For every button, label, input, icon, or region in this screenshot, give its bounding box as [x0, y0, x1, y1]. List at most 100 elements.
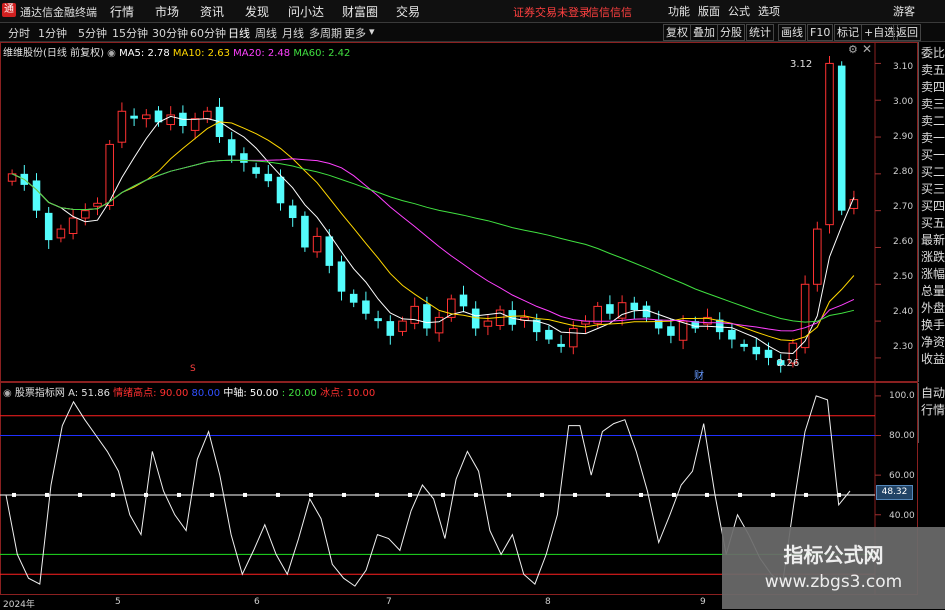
candle-body — [264, 173, 273, 182]
price-tick: 2.40 — [893, 307, 914, 317]
price-tick: 2.90 — [893, 132, 914, 142]
candle-body — [325, 236, 334, 266]
candle-body — [398, 320, 407, 332]
side-change-pct[interactable]: 涨幅 — [920, 267, 945, 282]
candle-body — [337, 261, 346, 292]
candle-body — [276, 176, 285, 204]
date-label: 7 — [386, 597, 392, 607]
candle-body — [386, 321, 395, 336]
side-sell1[interactable]: 卖一 — [920, 131, 945, 146]
side-outer[interactable]: 外盘 — [920, 301, 945, 316]
mid-axis-dot — [342, 492, 346, 497]
indicator-readout: 48.32 — [876, 485, 913, 500]
price-tick: 2.80 — [893, 167, 914, 177]
candle-body — [362, 300, 370, 314]
candle-body — [227, 139, 236, 156]
side-sell5[interactable]: 卖五 — [920, 63, 945, 78]
mid-axis-dot — [111, 492, 115, 497]
candle-body — [44, 212, 53, 241]
date-label: 2024年 — [3, 600, 35, 610]
watermark-url: www.zbgs3.com — [764, 572, 903, 592]
indicator-blue-level: 80.00 — [191, 388, 221, 399]
side-sell4[interactable]: 卖四 — [920, 80, 945, 95]
mid-axis-dot — [507, 492, 511, 497]
candle-body — [545, 329, 553, 340]
indicator-ice-level: 冰点: 10.00 — [320, 388, 376, 399]
chart-canvas — [0, 42, 918, 595]
date-label: 5 — [115, 597, 121, 607]
side-quote[interactable]: 行情 — [920, 403, 945, 418]
candle-body — [288, 205, 297, 219]
candle-body — [557, 343, 565, 347]
mid-axis-dot — [375, 492, 379, 497]
side-latest[interactable]: 最新 — [920, 233, 945, 248]
mid-axis-dot — [474, 492, 478, 497]
mid-axis-dot — [441, 492, 445, 497]
side-earnings[interactable]: 收益 — [920, 352, 945, 367]
price-tick: 2.70 — [893, 202, 914, 212]
candle-body — [728, 329, 736, 340]
signal-marker: S — [190, 364, 196, 374]
side-turnover[interactable]: 换手 — [920, 318, 945, 333]
indicator-mid-level: 中轴: 50.00 — [223, 388, 279, 399]
mid-axis-dot — [771, 492, 775, 497]
side-weibi[interactable]: 委比 — [920, 46, 945, 61]
candle-body — [374, 318, 382, 322]
candle-body — [32, 180, 41, 211]
candle-body — [569, 327, 578, 348]
candle-body — [117, 110, 127, 143]
candle-body — [825, 62, 834, 226]
mid-axis-dot — [276, 492, 280, 497]
price-tick: 2.50 — [893, 272, 914, 282]
mid-axis-dot — [177, 492, 181, 497]
indicator-tick: 100.0 — [889, 391, 915, 401]
candle-body — [630, 302, 639, 311]
date-label: 8 — [545, 597, 551, 607]
side-sell3[interactable]: 卖三 — [920, 97, 945, 112]
candle-body — [190, 118, 200, 131]
mid-axis-dot — [573, 492, 577, 497]
side-buy2[interactable]: 买二 — [920, 165, 945, 180]
mid-axis-dot — [804, 492, 808, 497]
side-auto[interactable]: 自动 — [920, 386, 945, 401]
mid-axis-dot — [705, 492, 709, 497]
indicator-settings-icon[interactable]: ◉ — [3, 388, 15, 399]
price-tick: 3.00 — [893, 97, 914, 107]
candle-body — [349, 293, 358, 303]
side-buy1[interactable]: 买一 — [920, 148, 945, 163]
price-axis-ticks — [875, 62, 881, 359]
candle-body — [837, 65, 846, 211]
side-volume[interactable]: 总量 — [920, 284, 945, 299]
candle-body — [606, 304, 614, 314]
candle-body — [93, 202, 102, 207]
side-net-assets[interactable]: 净资 — [920, 335, 945, 350]
side-sell2[interactable]: 卖二 — [920, 114, 945, 129]
finance-marker[interactable]: 财 — [694, 367, 704, 382]
indicator-tick: 60.00 — [889, 471, 915, 481]
quote-side-panel: 委比 卖五 卖四 卖三 卖二 卖一 买一 买二 买三 买四 买五 最新 涨跌 涨… — [918, 42, 945, 382]
candle-body — [312, 235, 322, 253]
candle-body — [667, 326, 675, 336]
mid-axis-dot — [738, 492, 742, 497]
candle-body — [471, 308, 480, 329]
candle-body — [203, 110, 212, 120]
price-tick: 2.60 — [893, 237, 914, 247]
high-annotation: 3.12 — [790, 59, 813, 70]
mid-axis-dot — [210, 492, 214, 497]
candle-body — [459, 294, 468, 307]
ma-lines — [11, 115, 855, 355]
mid-axis-dot — [540, 492, 544, 497]
indicator-low-level: : 20.00 — [281, 388, 317, 399]
side-buy5[interactable]: 买五 — [920, 216, 945, 231]
side-buy3[interactable]: 买三 — [920, 182, 945, 197]
candle-body — [813, 228, 822, 285]
side-buy4[interactable]: 买四 — [920, 199, 945, 214]
side-change[interactable]: 涨跌 — [920, 250, 945, 265]
candle-body — [678, 320, 688, 341]
indicator-a-value: A: 51.86 — [68, 388, 110, 399]
ma10-line — [11, 121, 855, 342]
candle-body — [483, 320, 493, 327]
mid-axis-dot — [408, 492, 412, 497]
mid-axis-dot — [45, 492, 49, 497]
candle-body — [301, 215, 309, 248]
